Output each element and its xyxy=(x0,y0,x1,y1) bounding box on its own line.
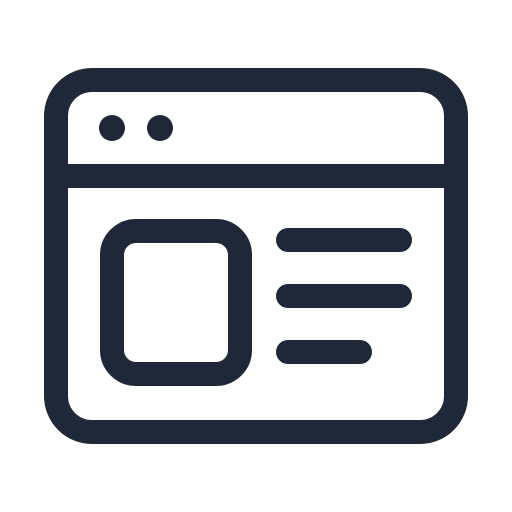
icon-canvas xyxy=(0,0,512,512)
browser-window-content-icon xyxy=(44,68,468,444)
image-placeholder xyxy=(100,219,252,386)
window-dot xyxy=(99,115,125,141)
window-dot xyxy=(147,115,173,141)
